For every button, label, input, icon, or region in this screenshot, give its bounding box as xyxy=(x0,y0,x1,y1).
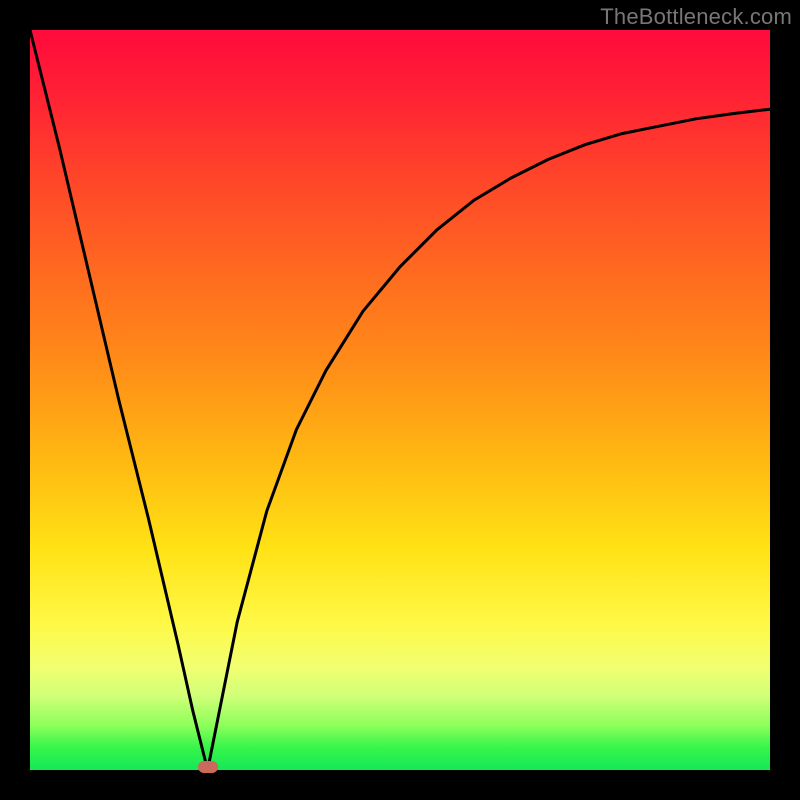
curve-path xyxy=(30,30,770,770)
chart-frame: TheBottleneck.com xyxy=(0,0,800,800)
optimum-marker xyxy=(198,761,218,773)
bottleneck-curve xyxy=(30,30,770,770)
attribution-label: TheBottleneck.com xyxy=(600,4,792,30)
plot-area xyxy=(30,30,770,770)
